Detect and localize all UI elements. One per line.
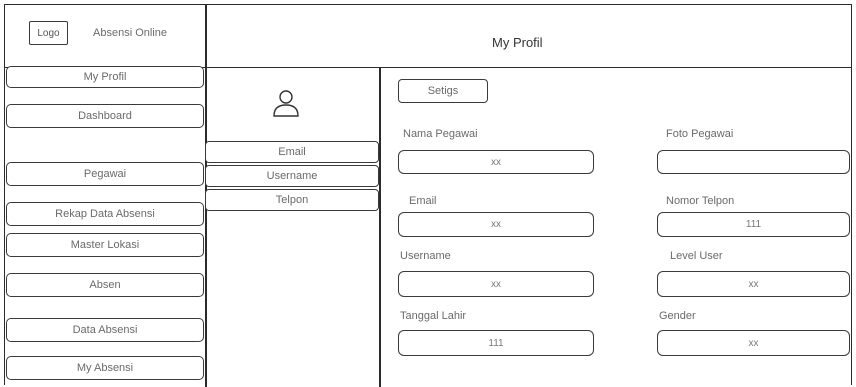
foto-pegawai-field[interactable]	[657, 150, 850, 174]
field-value: 111	[745, 219, 762, 230]
tanggal-lahir-field[interactable]: 111	[398, 330, 594, 356]
field-value: xx	[491, 156, 501, 168]
settings-button[interactable]: Setigs	[398, 79, 488, 103]
nomor-telpon-label: Nomor Telpon	[666, 195, 735, 207]
nama-pegawai-label: Nama Pegawai	[403, 128, 478, 140]
header-divider	[205, 4, 207, 68]
sidebar-item-label: Data Absensi	[72, 324, 138, 336]
page-title: My Profil	[492, 35, 543, 50]
sidebar-item-dashboard[interactable]: Dashboard	[6, 104, 204, 128]
nomor-telpon-field[interactable]: 111	[657, 212, 850, 237]
field-value: xx	[491, 219, 501, 230]
field-value: xx	[491, 278, 501, 290]
sidebar-item-my-profil[interactable]: My Profil	[6, 66, 204, 88]
sidebar-item-label: Rekap Data Absensi	[55, 208, 155, 220]
email-label: Email	[409, 195, 437, 207]
tab-username[interactable]: Username	[205, 165, 379, 187]
logo: Logo	[29, 21, 68, 45]
content-left-border	[379, 68, 381, 387]
tanggal-lahir-label: Tanggal Lahir	[400, 310, 467, 322]
sidebar-item-data-absensi[interactable]: Data Absensi	[6, 318, 204, 342]
sidebar-item-rekap-data-absensi[interactable]: Rekap Data Absensi	[6, 202, 204, 226]
level-user-field[interactable]: xx	[657, 271, 850, 297]
sidebar-item-label: My Profil	[83, 71, 127, 83]
sidebar-item-label: My Absensi	[76, 362, 134, 374]
tab-email[interactable]: Email	[205, 141, 379, 163]
sidebar-item-label: Pegawai	[83, 168, 127, 180]
username-field[interactable]: xx	[398, 271, 594, 297]
field-value: xx	[748, 278, 759, 290]
tab-telpon[interactable]: Telpon	[205, 189, 379, 211]
sidebar-item-absen[interactable]: Absen	[6, 273, 204, 297]
level-user-label: Level User	[670, 250, 723, 262]
sidebar-item-label: Master Lokasi	[70, 239, 140, 251]
nama-pegawai-field[interactable]: xx	[398, 150, 594, 174]
field-value: 111	[488, 337, 504, 349]
sidebar-item-my-absensi[interactable]: My Absensi	[6, 356, 204, 380]
sidebar-right-border	[205, 68, 207, 387]
gender-field[interactable]: xx	[657, 330, 850, 356]
foto-pegawai-label: Foto Pegawai	[666, 128, 734, 140]
logo-text: Logo	[37, 27, 60, 39]
field-value: xx	[748, 337, 759, 349]
sidebar-item-label: Dashboard	[78, 110, 132, 122]
sidebar-item-master-lokasi[interactable]: Master Lokasi	[6, 233, 204, 257]
gender-label: Gender	[659, 310, 696, 322]
tab-label: Email	[278, 146, 306, 158]
tab-label: Telpon	[275, 194, 309, 206]
tab-label: Username	[266, 170, 318, 182]
settings-label: Setigs	[427, 85, 459, 97]
email-field[interactable]: xx	[398, 212, 594, 237]
username-label: Username	[400, 250, 451, 262]
user-icon	[271, 88, 301, 118]
sidebar-item-label: Absen	[89, 279, 121, 291]
app-title: Absensi Online	[93, 27, 167, 39]
sidebar-item-pegawai[interactable]: Pegawai	[6, 162, 204, 186]
